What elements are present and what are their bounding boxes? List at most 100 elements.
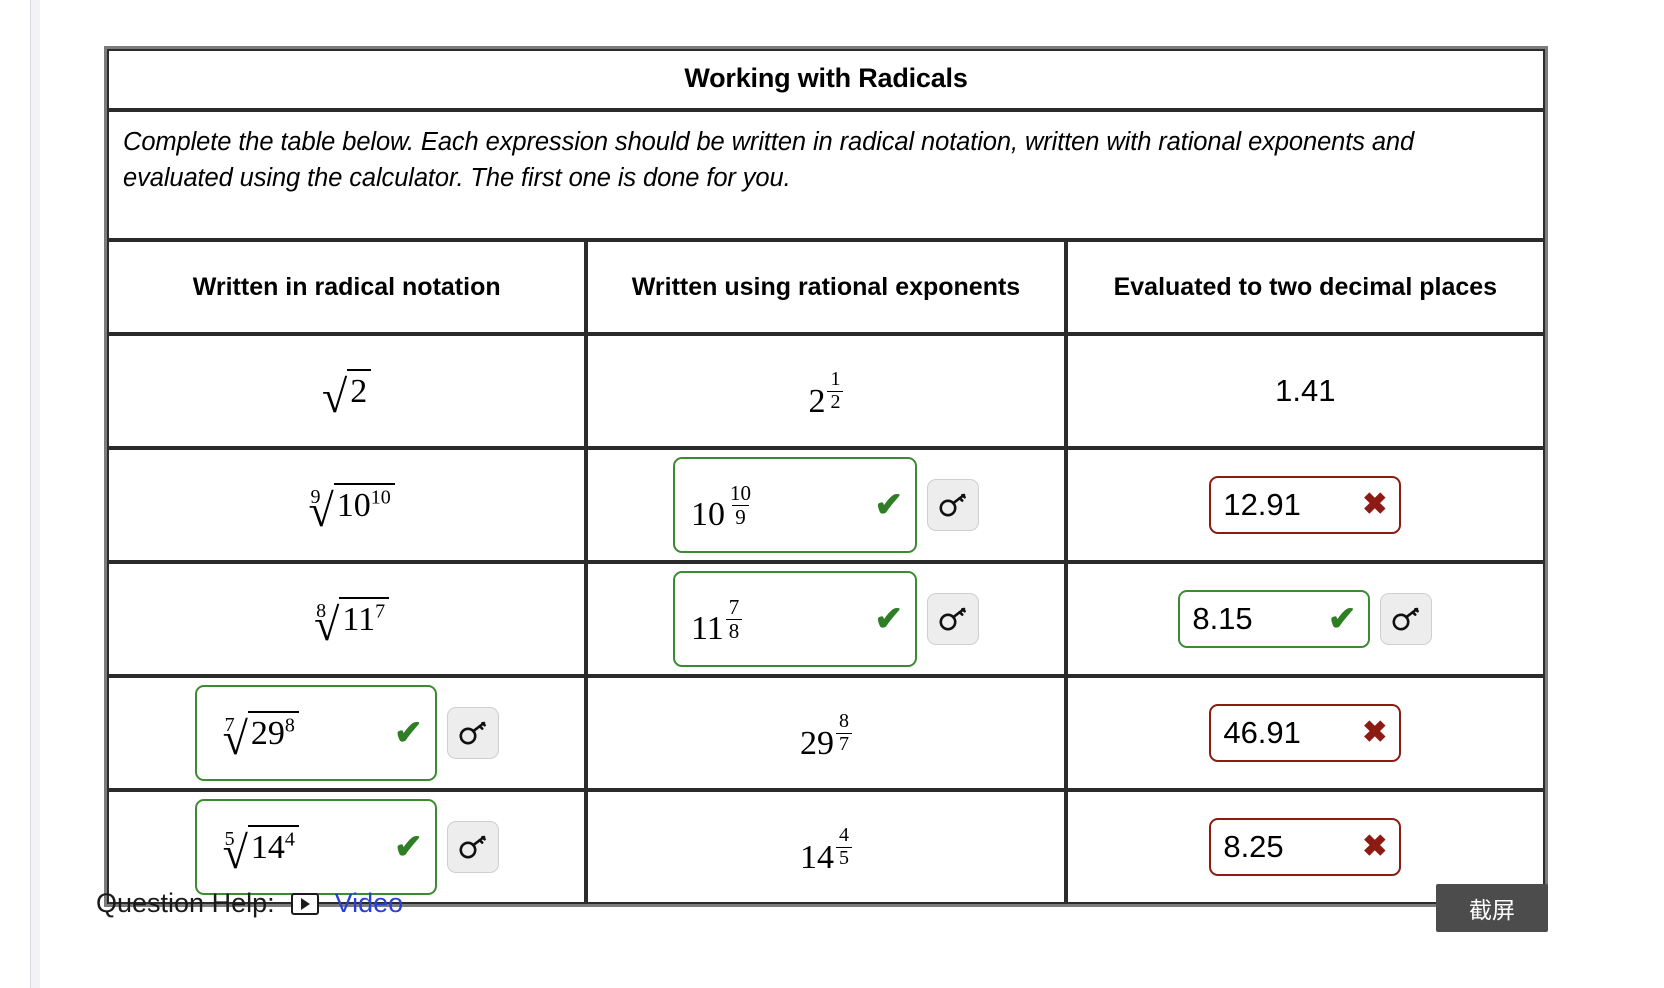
left-gutter [0, 0, 40, 988]
rational-exponent-expression: 29 8 7 [800, 710, 852, 761]
radicand-base: 14 [250, 829, 285, 867]
radicand: 1010 [333, 483, 395, 525]
evaluated-value-text: 8.15 [1192, 601, 1253, 637]
value-input-box[interactable]: 8.25 ✖ [1209, 818, 1402, 877]
cell-radical-notation: 8 √ 117 [107, 562, 587, 677]
value-input-box[interactable]: 46.91 ✖ [1209, 704, 1402, 763]
radical-expression: 9 √ 1010 [299, 483, 395, 533]
incorrect-x-icon: ✖ [1362, 488, 1388, 522]
radicand-exponent: 7 [375, 600, 386, 623]
key-icon [939, 494, 966, 517]
radical-expression: √ 2 [322, 369, 372, 422]
radicand: 117 [339, 597, 390, 639]
cell-radical-notation: √ 2 [107, 334, 587, 449]
key-icon-button[interactable] [1380, 593, 1433, 646]
key-icon-button[interactable] [446, 821, 499, 874]
cell-rational-exponents: 212 [586, 334, 1066, 449]
radicand: 2 [347, 369, 372, 411]
evaluated-value-text: 46.91 [1223, 715, 1301, 751]
radical-expression: 8 √ 117 [304, 597, 390, 647]
cell-rational-exponents: 29 8 7 [586, 676, 1066, 791]
header-row: Written in radical notation Written usin… [107, 240, 1545, 335]
fraction-numerator: 1 [830, 368, 841, 391]
key-icon [1392, 608, 1420, 631]
exponent-base: 10 [690, 496, 725, 534]
fraction-denominator: 7 [835, 732, 852, 756]
column-header-radical: Written in radical notation [107, 240, 587, 335]
cell-evaluated-value: 1.41 [1065, 334, 1545, 449]
rational-exponent-expression: 11 7 8 [691, 595, 743, 646]
value-input-box[interactable]: 8.15 ✔ [1178, 590, 1371, 649]
radicals-table: Working with Radicals Complete the table… [104, 46, 1548, 908]
fraction-numerator: 8 [838, 710, 849, 733]
video-icon[interactable] [290, 892, 319, 915]
exponent-input-box[interactable]: 10 10 9 ✔ [672, 457, 917, 554]
exponent-fraction: 78 [725, 595, 743, 643]
table-row: 9 √ 1010 10 10 9 ✔ 12.91 ✖ [107, 448, 1545, 563]
table-row: 7 √ 298 ✔ 29 8 7 46.91 ✖ [107, 676, 1545, 791]
radical-index: 9 [310, 485, 321, 508]
correct-check-icon: ✔ [874, 486, 903, 525]
radicand: 144 [247, 825, 299, 867]
column-header-evaluated: Evaluated to two decimal places [1065, 240, 1545, 335]
title-row: Working with Radicals [107, 49, 1545, 110]
question-help-label: Question Help: [96, 888, 275, 918]
fraction-numerator: 10 [729, 481, 751, 506]
correct-check-icon: ✔ [394, 828, 423, 867]
radicand-base: 2 [350, 373, 368, 411]
value-input-box[interactable]: 12.91 ✖ [1209, 476, 1402, 535]
fraction-numerator: 7 [728, 595, 740, 620]
cell-radical-notation: 7 √ 298 ✔ [107, 676, 587, 791]
radical-index: 8 [316, 599, 327, 622]
rational-exponent-expression: 10 10 9 [691, 481, 754, 532]
cell-evaluated-value: 8.15 ✔ [1065, 562, 1545, 677]
cell-rational-exponents: 14 4 5 [586, 790, 1066, 905]
incorrect-x-icon: ✖ [1362, 716, 1388, 750]
correct-check-icon: ✔ [1327, 600, 1357, 639]
radical-sign: √ [322, 370, 348, 422]
radicand-exponent: 10 [370, 486, 391, 509]
radicand-base: 10 [336, 487, 371, 525]
instructions-text: Complete the table below. Each expressio… [107, 110, 1545, 241]
capture-button[interactable]: 截屏 [1436, 884, 1548, 932]
page-title: Working with Radicals [107, 49, 1545, 110]
exponent-base: 2 [808, 383, 826, 421]
key-icon [939, 608, 966, 631]
page-root: Working with Radicals Complete the table… [0, 0, 1664, 988]
radical-input-box[interactable]: 7 √ 298 ✔ [194, 685, 437, 782]
correct-check-icon: ✔ [874, 600, 903, 639]
radicand-base: 11 [342, 601, 376, 639]
fraction-denominator: 9 [732, 504, 749, 529]
key-icon [459, 722, 486, 745]
video-link[interactable]: Video [335, 888, 404, 919]
exponent-fraction: 45 [835, 825, 852, 869]
evaluated-value-text: 12.91 [1223, 487, 1301, 523]
radical-index: 7 [224, 713, 235, 736]
question-sheet: Working with Radicals Complete the table… [104, 46, 1548, 908]
key-icon-button[interactable] [926, 593, 979, 646]
incorrect-x-icon: ✖ [1362, 830, 1388, 864]
cell-rational-exponents: 10 10 9 ✔ [586, 448, 1066, 563]
fraction-denominator: 8 [725, 618, 743, 643]
table-row: 8 √ 117 11 7 8 ✔ 8.15 ✔ [107, 562, 1545, 677]
key-icon-button[interactable] [446, 707, 499, 760]
exponent-input-box[interactable]: 11 7 8 ✔ [672, 571, 917, 668]
table-row: √ 2 2 1 2 1.41 [107, 334, 1545, 449]
radicand-exponent: 8 [284, 714, 295, 737]
question-help: Question Help: Video [96, 888, 403, 919]
evaluated-value-text: 1.41 [1275, 373, 1336, 409]
gutter-strip [30, 0, 40, 988]
key-icon-button[interactable] [926, 479, 979, 532]
exponent-base: 29 [799, 725, 834, 763]
exponent-base: 14 [799, 839, 834, 877]
fraction-denominator: 2 [827, 390, 844, 414]
exponent-base: 11 [690, 610, 724, 648]
radical-expression: 7 √ 298 [213, 711, 299, 761]
radical-index: 5 [224, 827, 235, 850]
radicand-base: 29 [250, 715, 285, 753]
radical-input-box[interactable]: 5 √ 144 ✔ [194, 799, 437, 896]
correct-check-icon: ✔ [394, 714, 423, 753]
key-icon [459, 836, 486, 859]
exponent-fraction: 12 [827, 368, 844, 414]
rational-exponent-expression: 14 4 5 [800, 825, 852, 875]
